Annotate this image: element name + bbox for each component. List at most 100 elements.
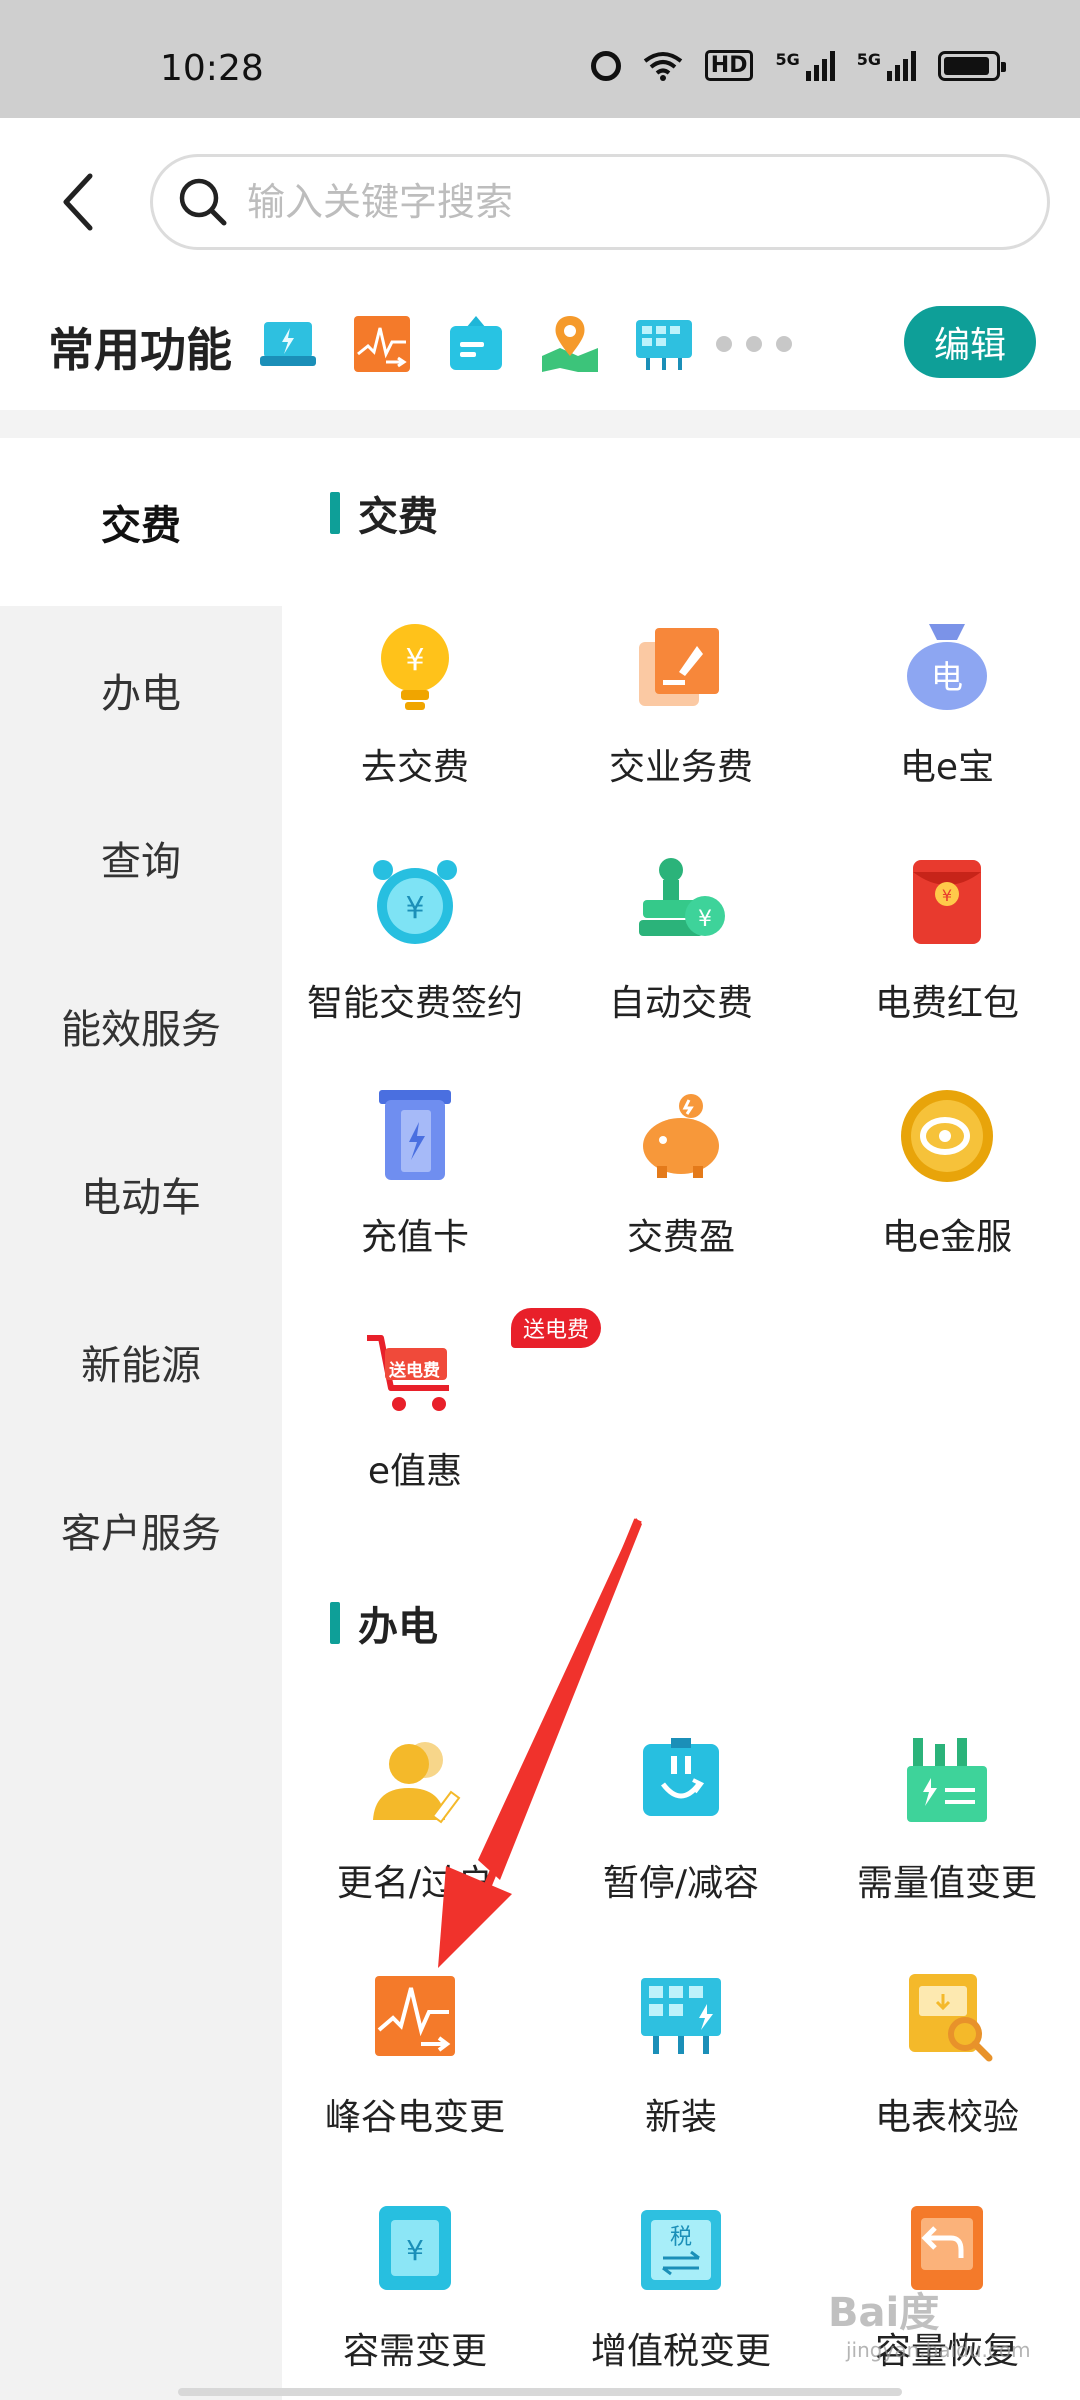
grid-item-meter-check[interactable]: 电表校验	[814, 1954, 1080, 2154]
signal-icon	[887, 50, 916, 81]
sidebar-item-customer-service[interactable]: 客户服务	[0, 1446, 282, 1614]
signal-icon	[805, 50, 835, 81]
status-icons: HD 5G 5G	[590, 50, 1006, 81]
alarm-icon	[590, 50, 621, 81]
money-bag-icon: 电	[907, 624, 987, 710]
peak-valley-icon[interactable]	[350, 312, 414, 376]
network-type-2: 5G	[856, 50, 881, 69]
grid-item-rename-transfer[interactable]: 更名/过户	[282, 1720, 548, 1920]
alarm-clock-coin-icon: ¥	[373, 860, 457, 944]
grid-item-label: 智能交费签约	[306, 983, 523, 1024]
grid-item-label: 峰谷电变更	[324, 2097, 505, 2138]
grid-item-smart-pay-sign[interactable]: ¥ 智能交费签约	[282, 840, 548, 1040]
more-dots-icon[interactable]	[716, 336, 792, 352]
status-time: 10:28	[160, 48, 264, 89]
section-title-pay: 交费	[330, 484, 438, 542]
grid-item-e-bao[interactable]: 电 电e宝	[814, 604, 1080, 804]
stamp-coin-icon: ¥	[639, 858, 725, 936]
svg-text:¥: ¥	[405, 643, 424, 678]
recharge-card-icon	[379, 1090, 451, 1180]
sidebar-item-ev[interactable]: 电动车	[0, 1110, 282, 1278]
grid-item-e-value[interactable]: 送电费 送电费 e值惠	[282, 1308, 602, 1508]
bill-icon[interactable]	[444, 312, 508, 376]
grid-item-label: 需量值变更	[856, 1863, 1037, 1904]
peak-valley-icon	[375, 1976, 455, 2056]
grid-item-label: 新装	[644, 2097, 717, 2138]
watermark-url: jingyan.baidu.com	[846, 2338, 1031, 2362]
piggy-bank-icon	[643, 1094, 719, 1178]
section-marker	[330, 492, 340, 534]
cart-promo-text: 送电费	[389, 1361, 440, 1381]
grid-item-peak-valley-change[interactable]: 峰谷电变更	[282, 1954, 548, 2154]
grid-item-pay-profit[interactable]: 交费盈	[548, 1074, 814, 1274]
grid-item-recharge-card[interactable]: 充值卡	[282, 1074, 548, 1274]
sidebar-item-apply-power[interactable]: 办电	[0, 606, 282, 774]
red-envelope-icon: ¥	[913, 860, 981, 944]
wifi-icon	[643, 51, 683, 81]
section-marker	[330, 1602, 340, 1644]
divider	[0, 410, 1080, 438]
search-bar[interactable]	[150, 154, 1050, 250]
grid-item-capacity-change[interactable]: ¥ 容需变更	[282, 2188, 548, 2388]
grid-item-label: e值惠	[367, 1451, 463, 1492]
svg-text:税: 税	[670, 2225, 692, 2250]
grid-item-business-fee[interactable]: 交业务费	[548, 604, 814, 804]
status-bar: 10:28 HD 5G 5G	[0, 0, 1080, 118]
grid-item-label: 交业务费	[608, 747, 753, 788]
search-icon	[179, 178, 227, 226]
vat-change-icon: 税	[641, 2210, 721, 2290]
grid-item-vat-change[interactable]: 税 增值税变更	[548, 2188, 814, 2388]
grid-item-label: 电e宝	[899, 747, 995, 788]
map-icon[interactable]	[538, 312, 602, 376]
battery-icon	[938, 50, 1006, 81]
grid-item-label: 电e金服	[881, 1217, 1013, 1258]
pause-reduce-icon	[643, 1738, 719, 1816]
sidebar-item-new-energy[interactable]: 新能源	[0, 1278, 282, 1446]
grid-item-pause-reduce[interactable]: 暂停/减容	[548, 1720, 814, 1920]
main-content: 交费 ¥ 去交费 交业务费 电 电e宝 ¥ 智能交费签约 ¥ 自动交费 ¥ 电费…	[282, 438, 1080, 2400]
grid-item-label: 电费红包	[874, 983, 1019, 1024]
sidebar-item-pay[interactable]: 交费	[0, 438, 282, 606]
gift-fee-badge: 送电费	[511, 1308, 602, 1348]
grid-item-label: 自动交费	[608, 983, 753, 1024]
svg-text:¥: ¥	[942, 886, 952, 905]
finance-coin-icon	[901, 1090, 993, 1182]
svg-text:¥: ¥	[698, 907, 712, 932]
watermark: Bai度 jingyan.baidu.com	[828, 2280, 1031, 2390]
user-rename-icon	[373, 1742, 461, 1824]
grid-item-label: 暂停/减容	[602, 1863, 760, 1904]
grid-item-label: 容需变更	[342, 2331, 487, 2372]
grid-item-label: 去交费	[360, 747, 469, 788]
bulb-coin-icon: ¥	[381, 624, 449, 710]
grid-item-go-pay[interactable]: ¥ 去交费	[282, 604, 548, 804]
category-sidebar: 交费 办电 查询 能效服务 电动车 新能源 客户服务	[0, 438, 282, 2400]
sidebar-item-query[interactable]: 查询	[0, 774, 282, 942]
grid-item-label: 充值卡	[360, 1217, 469, 1258]
edit-button[interactable]: 编辑	[904, 306, 1036, 378]
meter-check-icon	[909, 1974, 993, 2062]
search-input[interactable]	[247, 180, 1007, 224]
pay-document-icon	[639, 628, 719, 706]
grid-item-e-finance[interactable]: 电e金服	[814, 1074, 1080, 1274]
grid-item-label: 增值税变更	[590, 2331, 771, 2372]
common-functions-title: 常用功能	[48, 323, 232, 377]
section-title-text: 交费	[358, 494, 438, 540]
sidebar-item-energy-service[interactable]: 能效服务	[0, 942, 282, 1110]
horizontal-scrollbar[interactable]	[178, 2388, 902, 2396]
shopping-cart-wrap: 送电费 送电费	[363, 1308, 602, 1422]
grid-item-demand-change[interactable]: 需量值变更	[814, 1720, 1080, 1920]
new-install-icon[interactable]	[632, 312, 696, 376]
grid-item-label: 电表校验	[874, 2097, 1019, 2138]
factory-icon	[907, 1738, 987, 1822]
grid-item-auto-pay[interactable]: ¥ 自动交费	[548, 840, 814, 1040]
capacity-change-icon: ¥	[379, 2206, 451, 2290]
grid-item-new-install[interactable]: 新装	[548, 1954, 814, 2154]
recharge-card-icon[interactable]	[256, 312, 320, 376]
new-install-icon	[641, 1978, 721, 2054]
hd-icon: HD	[704, 50, 754, 81]
back-arrow-icon[interactable]	[56, 170, 100, 234]
svg-text:¥: ¥	[406, 2234, 424, 2267]
grid-item-red-envelope[interactable]: ¥ 电费红包	[814, 840, 1080, 1040]
grid-item-label: 交费盈	[626, 1217, 735, 1258]
grid-item-label: 更名/过户	[336, 1863, 494, 1904]
